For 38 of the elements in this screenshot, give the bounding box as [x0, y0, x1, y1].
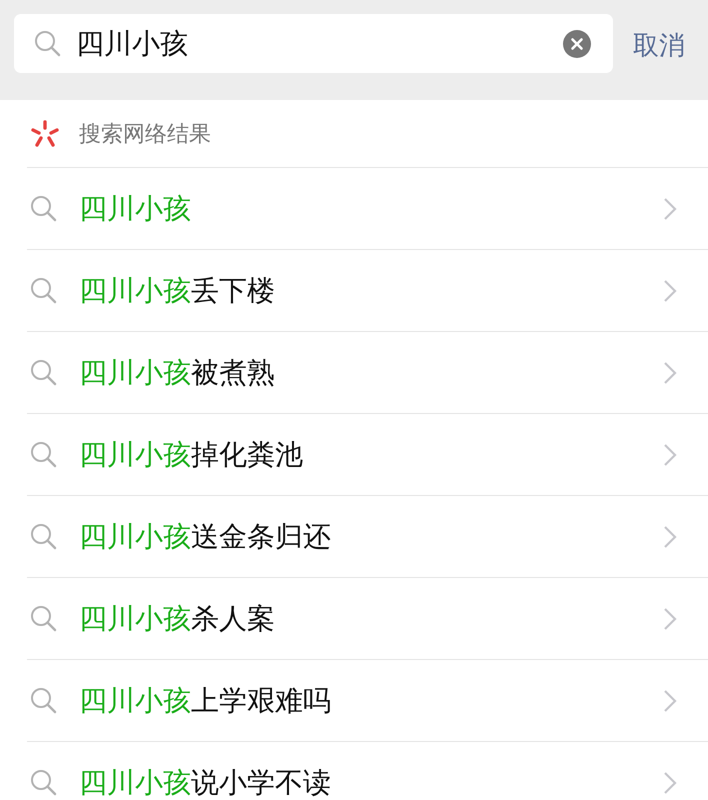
chevron-icon: [663, 606, 677, 630]
chevron-icon: [663, 360, 677, 384]
search-icon: [29, 768, 59, 798]
search-icon: [29, 604, 59, 634]
suggestion-item[interactable]: 四川小孩说小学不读: [27, 742, 708, 800]
section-title: 搜索网络结果: [79, 120, 211, 148]
suggestion-text: 四川小孩掉化粪池: [79, 436, 304, 472]
suggestion-item[interactable]: 四川小孩杀人案: [27, 578, 708, 660]
chevron-icon: [663, 278, 677, 302]
search-icon: [29, 358, 59, 388]
search-icon: [29, 522, 59, 552]
suggestion-text: 四川小孩说小学不读: [79, 764, 332, 800]
search-icon: [29, 440, 59, 470]
chevron-icon: [663, 524, 677, 548]
suggestion-text: 四川小孩丢下楼: [79, 272, 276, 308]
chevron-icon: [663, 442, 677, 466]
chevron-icon: [663, 688, 677, 712]
suggestion-item[interactable]: 四川小孩送金条归还: [27, 496, 708, 578]
suggestion-text: 四川小孩上学艰难吗: [79, 682, 332, 718]
search-icon: [33, 28, 63, 58]
web-search-icon: [30, 118, 60, 148]
search-icon: [29, 276, 59, 306]
suggestion-item[interactable]: 四川小孩掉化粪池: [27, 414, 708, 496]
search-field[interactable]: 四川小孩: [14, 14, 613, 73]
suggestion-item[interactable]: 四川小孩上学艰难吗: [27, 660, 708, 742]
suggestion-text: 四川小孩: [79, 190, 192, 226]
search-icon: [29, 686, 59, 716]
suggestion-item[interactable]: 四川小孩丢下楼: [27, 250, 708, 332]
chevron-icon: [663, 770, 677, 794]
chevron-icon: [663, 196, 677, 220]
clear-icon[interactable]: [563, 30, 591, 58]
cancel-button[interactable]: 取消: [633, 28, 685, 63]
suggestion-text: 四川小孩杀人案: [79, 600, 276, 636]
search-icon: [29, 194, 59, 224]
suggestion-text: 四川小孩被煮熟: [79, 354, 276, 390]
suggestion-text: 四川小孩送金条归还: [79, 518, 332, 554]
suggestion-item[interactable]: 四川小孩被煮熟: [27, 332, 708, 414]
search-input[interactable]: 四川小孩: [76, 27, 563, 60]
